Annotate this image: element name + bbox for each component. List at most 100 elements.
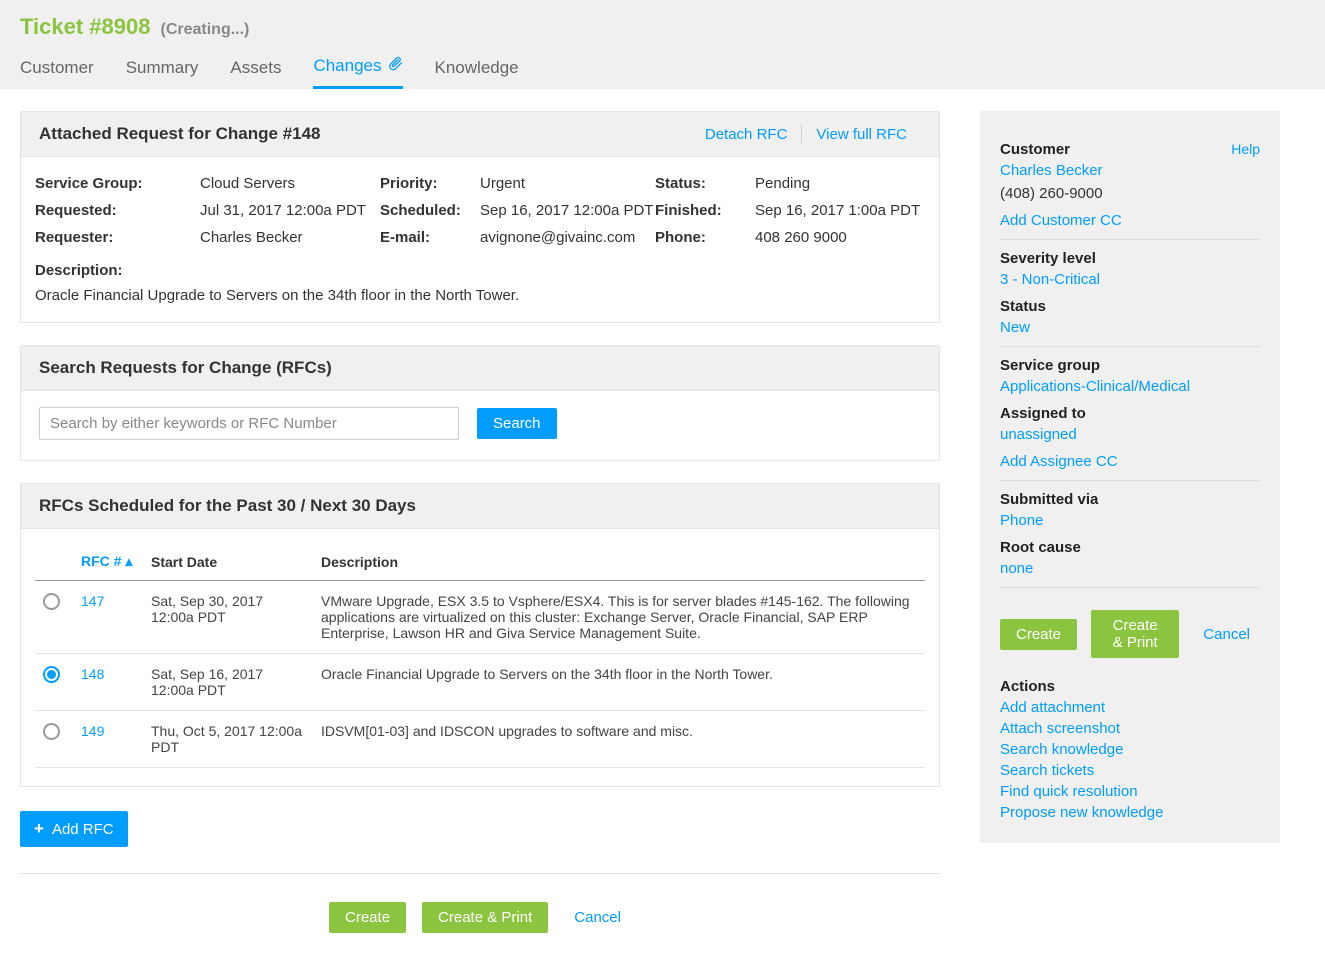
sidebar-customer-phone: (408) 260-9000 bbox=[1000, 185, 1260, 202]
finished-label: Finished: bbox=[655, 202, 755, 219]
requested-label: Requested: bbox=[35, 202, 200, 219]
priority-value: Urgent bbox=[480, 175, 655, 192]
tab-summary[interactable]: Summary bbox=[126, 48, 199, 89]
rfc-table: RFC # ▴ Start Date Description 147 Sat, S… bbox=[35, 543, 925, 768]
rfc-link[interactable]: 148 bbox=[81, 666, 104, 682]
table-row: 149 Thu, Oct 5, 2017 12:00a PDTIDSVM[01-0… bbox=[35, 711, 925, 768]
sidebar: Customer Help Charles Becker (408) 260-9… bbox=[980, 111, 1280, 843]
table-row: 148 Sat, Sep 16, 2017 12:00a PDTOracle Fi… bbox=[35, 654, 925, 711]
attached-rfc-panel: Attached Request for Change #148 Detach … bbox=[20, 111, 940, 323]
sidebar-buttons: Create Create & Print Cancel bbox=[1000, 588, 1260, 668]
select-radio[interactable] bbox=[43, 666, 60, 683]
footer-divider bbox=[20, 873, 940, 874]
sidebar-create-print-button[interactable]: Create & Print bbox=[1091, 610, 1179, 658]
requester-label: Requester: bbox=[35, 229, 200, 246]
sidebar-status-value[interactable]: New bbox=[1000, 319, 1260, 336]
rfc-schedule-panel: RFCs Scheduled for the Past 30 / Next 30… bbox=[20, 483, 940, 787]
page-title: Ticket #8908 bbox=[20, 14, 150, 40]
tab-customer[interactable]: Customer bbox=[20, 48, 94, 89]
requested-value: Jul 31, 2017 12:00a PDT bbox=[200, 202, 380, 219]
search-rfc-title: Search Requests for Change (RFCs) bbox=[39, 358, 332, 378]
create-button[interactable]: Create bbox=[329, 902, 406, 933]
phone-value: 408 260 9000 bbox=[755, 229, 925, 246]
sidebar-create-button[interactable]: Create bbox=[1000, 619, 1077, 650]
priority-label: Priority: bbox=[380, 175, 480, 192]
add-rfc-label: Add RFC bbox=[52, 821, 114, 838]
requester-value: Charles Becker bbox=[200, 229, 380, 246]
service-group-label: Service Group: bbox=[35, 175, 200, 192]
sidebar-actions-label: Actions bbox=[1000, 678, 1260, 695]
tab-changes[interactable]: Changes bbox=[313, 48, 402, 89]
sidebar-actions-list: Add attachment Attach screenshot Search kn… bbox=[1000, 699, 1260, 821]
search-rfc-panel: Search Requests for Change (RFCs) Search bbox=[20, 345, 940, 461]
sidebar-assigned-value[interactable]: unassigned bbox=[1000, 426, 1260, 443]
sidebar-action-link[interactable]: Attach screenshot bbox=[1000, 720, 1260, 737]
sidebar-root-cause-value[interactable]: none bbox=[1000, 560, 1260, 577]
rfc-description: IDSVM[01-03] and IDSCON upgrades to soft… bbox=[313, 711, 925, 768]
add-assignee-cc-link[interactable]: Add Assignee CC bbox=[1000, 453, 1260, 470]
col-description[interactable]: Description bbox=[313, 543, 925, 581]
phone-label: Phone: bbox=[655, 229, 755, 246]
search-button[interactable]: Search bbox=[477, 408, 557, 439]
sidebar-customer-label: Customer bbox=[1000, 141, 1070, 158]
title-row: Ticket #8908 (Creating...) bbox=[20, 14, 1305, 40]
tab-assets[interactable]: Assets bbox=[230, 48, 281, 89]
sidebar-submitted-value[interactable]: Phone bbox=[1000, 512, 1260, 529]
sidebar-action-link[interactable]: Search tickets bbox=[1000, 762, 1260, 779]
attached-rfc-actions: Detach RFC View full RFC bbox=[691, 125, 921, 143]
attached-rfc-title: Attached Request for Change #148 bbox=[39, 124, 321, 144]
page-subtitle: (Creating...) bbox=[160, 21, 249, 39]
rfc-start-date: Thu, Oct 5, 2017 12:00a PDT bbox=[143, 711, 313, 768]
finished-value: Sep 16, 2017 1:00a PDT bbox=[755, 202, 925, 219]
page-header: Ticket #8908 (Creating...) Customer Summ… bbox=[0, 0, 1325, 89]
rfc-link[interactable]: 147 bbox=[81, 593, 104, 609]
rfc-description: VMware Upgrade, ESX 3.5 to Vsphere/ESX4.… bbox=[313, 581, 925, 654]
status-value: Pending bbox=[755, 175, 925, 192]
description-label: Description: bbox=[35, 262, 925, 279]
plus-icon: + bbox=[34, 819, 44, 839]
footer-buttons: Create Create & Print Cancel bbox=[20, 902, 940, 933]
sidebar-action-link[interactable]: Find quick resolution bbox=[1000, 783, 1260, 800]
sidebar-service-group-label: Service group bbox=[1000, 357, 1260, 374]
scheduled-value: Sep 16, 2017 12:00a PDT bbox=[480, 202, 655, 219]
sidebar-status-label: Status bbox=[1000, 298, 1260, 315]
table-row: 147 Sat, Sep 30, 2017 12:00a PDTVMware Up… bbox=[35, 581, 925, 654]
search-input[interactable] bbox=[39, 407, 459, 440]
select-radio[interactable] bbox=[43, 593, 60, 610]
rfc-start-date: Sat, Sep 16, 2017 12:00a PDT bbox=[143, 654, 313, 711]
sidebar-severity-value[interactable]: 3 - Non-Critical bbox=[1000, 271, 1260, 288]
col-start-date[interactable]: Start Date bbox=[143, 543, 313, 581]
add-rfc-button[interactable]: + Add RFC bbox=[20, 811, 128, 847]
paperclip-icon bbox=[388, 56, 403, 76]
rfc-start-date: Sat, Sep 30, 2017 12:00a PDT bbox=[143, 581, 313, 654]
cancel-link[interactable]: Cancel bbox=[564, 902, 631, 933]
sidebar-action-link[interactable]: Propose new knowledge bbox=[1000, 804, 1260, 821]
sidebar-assigned-label: Assigned to bbox=[1000, 405, 1260, 422]
select-radio[interactable] bbox=[43, 723, 60, 740]
detach-rfc-link[interactable]: Detach RFC bbox=[691, 126, 802, 143]
col-select bbox=[35, 543, 73, 581]
sidebar-service-group-value[interactable]: Applications-Clinical/Medical bbox=[1000, 378, 1260, 395]
sidebar-help-link[interactable]: Help bbox=[1231, 141, 1260, 157]
col-rfc[interactable]: RFC # ▴ bbox=[73, 543, 143, 581]
sidebar-cancel-link[interactable]: Cancel bbox=[1193, 619, 1260, 650]
sidebar-customer-name[interactable]: Charles Becker bbox=[1000, 162, 1260, 179]
view-full-rfc-link[interactable]: View full RFC bbox=[802, 126, 921, 143]
sidebar-severity-label: Severity level bbox=[1000, 250, 1260, 267]
add-customer-cc-link[interactable]: Add Customer CC bbox=[1000, 212, 1260, 229]
tab-knowledge[interactable]: Knowledge bbox=[435, 48, 519, 89]
service-group-value: Cloud Servers bbox=[200, 175, 380, 192]
rfc-schedule-title: RFCs Scheduled for the Past 30 / Next 30… bbox=[39, 496, 416, 516]
sidebar-submitted-label: Submitted via bbox=[1000, 491, 1260, 508]
create-print-button[interactable]: Create & Print bbox=[422, 902, 548, 933]
tabs: Customer Summary Assets Changes Knowledg… bbox=[20, 48, 1305, 89]
sidebar-action-link[interactable]: Search knowledge bbox=[1000, 741, 1260, 758]
rfc-info-grid: Service Group: Cloud Servers Priority: U… bbox=[35, 171, 925, 256]
scheduled-label: Scheduled: bbox=[380, 202, 480, 219]
rfc-description: Oracle Financial Upgrade to Servers on t… bbox=[313, 654, 925, 711]
email-label: E-mail: bbox=[380, 229, 480, 246]
rfc-link[interactable]: 149 bbox=[81, 723, 104, 739]
status-label: Status: bbox=[655, 175, 755, 192]
sidebar-action-link[interactable]: Add attachment bbox=[1000, 699, 1260, 716]
sidebar-root-cause-label: Root cause bbox=[1000, 539, 1260, 556]
